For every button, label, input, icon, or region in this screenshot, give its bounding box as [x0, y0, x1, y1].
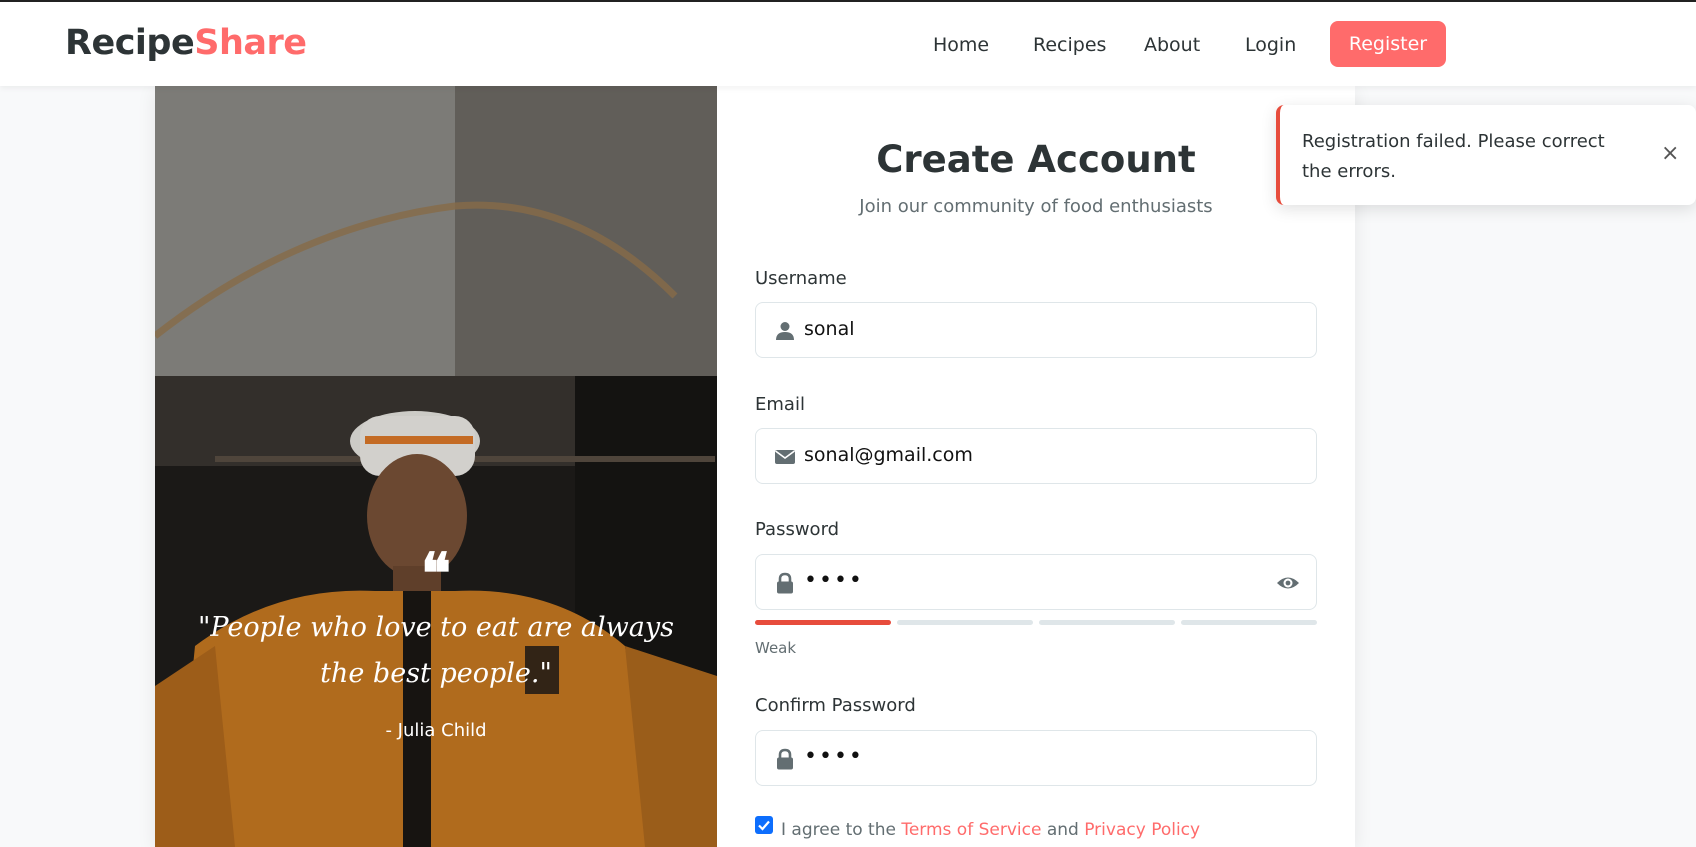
nav-login[interactable]: Login: [1245, 34, 1296, 56]
navbar: RecipeShare Home Recipes About Login Reg…: [0, 2, 1696, 86]
quote-text: "People who love to eat are always the b…: [198, 612, 674, 689]
agree-and: and: [1046, 820, 1079, 840]
toast-message: Registration failed. Please correct the …: [1302, 131, 1605, 182]
agree-text: I agree to the Terms of Service and Priv…: [781, 820, 1200, 840]
strength-segment: [897, 620, 1033, 625]
nav-register-button[interactable]: Register: [1330, 21, 1446, 67]
brand-part-2: Share: [194, 23, 307, 63]
username-value: sonal: [804, 318, 855, 340]
nav-about[interactable]: About: [1144, 34, 1200, 56]
chef-photo: ❝ "People who love to eat are always the…: [155, 86, 717, 847]
terms-link[interactable]: Terms of Service: [901, 820, 1041, 840]
brand-part-1: Recipe: [65, 23, 195, 63]
error-toast: Registration failed. Please correct the …: [1276, 105, 1696, 205]
confirm-password-input[interactable]: ••••: [755, 730, 1317, 786]
nav-home[interactable]: Home: [933, 34, 989, 56]
username-label: Username: [755, 268, 847, 289]
form-subtitle: Join our community of food enthusiasts: [859, 196, 1213, 217]
username-input[interactable]: sonal: [755, 302, 1317, 358]
quote-author: - Julia Child: [385, 720, 487, 741]
close-icon[interactable]: ×: [1661, 143, 1679, 165]
user-icon: [776, 322, 794, 340]
privacy-link[interactable]: Privacy Policy: [1084, 820, 1200, 840]
strength-segment: [1039, 620, 1175, 625]
brand-logo[interactable]: RecipeShare: [65, 23, 307, 63]
strength-segment: [755, 620, 891, 625]
nav-recipes[interactable]: Recipes: [1033, 34, 1106, 56]
password-strength-label: Weak: [755, 639, 797, 657]
strength-segment: [1181, 620, 1317, 625]
form-title: Create Account: [876, 138, 1196, 181]
eye-icon[interactable]: [1276, 572, 1300, 594]
envelope-icon: [775, 450, 795, 464]
checkmark-icon: [758, 820, 770, 831]
quote-icon: ❝: [420, 541, 452, 607]
email-input[interactable]: sonal@gmail.com: [755, 428, 1317, 484]
lock-icon: [777, 748, 793, 770]
agree-prefix: I agree to the: [781, 820, 896, 840]
agree-checkbox[interactable]: [755, 816, 773, 834]
lock-icon: [777, 572, 793, 594]
password-input[interactable]: ••••: [755, 554, 1317, 610]
email-label: Email: [755, 394, 805, 415]
confirm-password-value: ••••: [804, 744, 864, 769]
password-label: Password: [755, 519, 840, 540]
register-card: ❝ "People who love to eat are always the…: [155, 86, 1355, 847]
password-value: ••••: [804, 568, 864, 593]
email-value: sonal@gmail.com: [804, 444, 973, 466]
confirm-password-label: Confirm Password: [755, 695, 916, 716]
password-strength-meter: [755, 620, 1317, 625]
